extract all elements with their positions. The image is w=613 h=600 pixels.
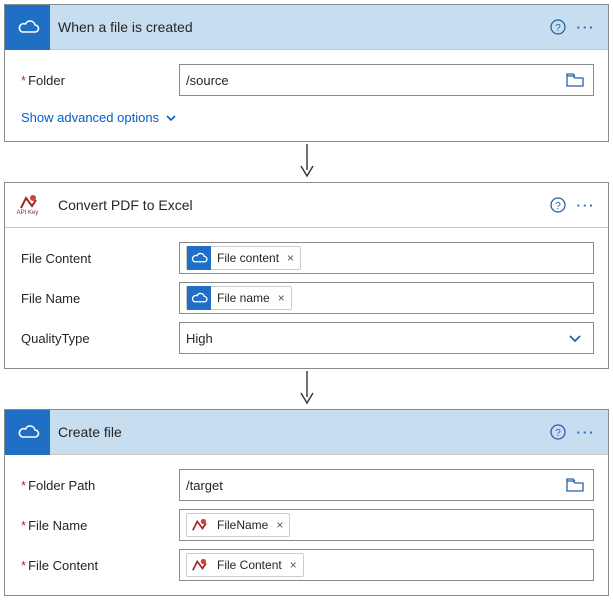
step-title: When a file is created [50, 19, 544, 35]
onedrive-icon [187, 246, 211, 270]
link-text: Show advanced options [21, 110, 159, 125]
step-header[interactable]: When a file is created ? ··· [5, 5, 608, 50]
apikey-icon: API Key [5, 183, 50, 228]
field-label: File Content [19, 251, 179, 266]
more-menu-icon[interactable]: ··· [572, 191, 600, 219]
token-label: FileName [211, 518, 274, 532]
field-row-file-content: File Content File content × [19, 242, 594, 274]
token-remove-icon[interactable]: × [276, 291, 285, 305]
dynamic-token[interactable]: File Content × [186, 553, 304, 577]
apikey-icon [187, 513, 211, 537]
select-value: High [186, 331, 213, 346]
apikey-icon [187, 553, 211, 577]
more-menu-icon[interactable]: ··· [572, 418, 600, 446]
onedrive-icon [187, 286, 211, 310]
step-header[interactable]: Create file ? ··· [5, 410, 608, 455]
folder-picker-icon[interactable] [563, 473, 587, 497]
field-row-file-name: File Name FileName × [19, 509, 594, 541]
step-body: File Content File content × File Name Fi… [5, 228, 608, 368]
flow-arrow [4, 369, 609, 409]
token-label: File name [211, 291, 276, 305]
field-label: Folder [19, 73, 179, 88]
folder-picker-icon[interactable] [563, 68, 587, 92]
file-name-input[interactable]: File name × [179, 282, 594, 314]
chevron-down-icon [165, 112, 177, 124]
token-remove-icon[interactable]: × [274, 518, 283, 532]
field-row-file-name: File Name File name × [19, 282, 594, 314]
step-header[interactable]: API Key Convert PDF to Excel ? ··· [5, 183, 608, 228]
input-value: /source [186, 73, 229, 88]
help-icon[interactable]: ? [544, 418, 572, 446]
folder-path-input[interactable]: /target [179, 469, 594, 501]
folder-input[interactable]: /source [179, 64, 594, 96]
help-icon[interactable]: ? [544, 191, 572, 219]
step-title: Convert PDF to Excel [50, 197, 544, 213]
show-advanced-link[interactable]: Show advanced options [21, 110, 177, 125]
step-body: Folder /source Show advanced options [5, 50, 608, 141]
field-row-folder-path: Folder Path /target [19, 469, 594, 501]
file-content-input[interactable]: File Content × [179, 549, 594, 581]
flow-arrow [4, 142, 609, 182]
step-file-created: When a file is created ? ··· Folder /sou… [4, 4, 609, 142]
step-title: Create file [50, 424, 544, 440]
svg-text:?: ? [555, 201, 561, 212]
onedrive-icon [5, 5, 50, 50]
svg-text:?: ? [555, 23, 561, 34]
file-content-input[interactable]: File content × [179, 242, 594, 274]
field-label: QualityType [19, 331, 179, 346]
svg-text:?: ? [555, 428, 561, 439]
step-create-file: Create file ? ··· Folder Path /target Fi… [4, 409, 609, 596]
field-label: File Name [19, 518, 179, 533]
more-menu-icon[interactable]: ··· [572, 13, 600, 41]
token-remove-icon[interactable]: × [288, 558, 297, 572]
field-label: File Name [19, 291, 179, 306]
file-name-input[interactable]: FileName × [179, 509, 594, 541]
input-value: /target [186, 478, 223, 493]
step-convert-pdf: API Key Convert PDF to Excel ? ··· File … [4, 182, 609, 369]
token-remove-icon[interactable]: × [285, 251, 294, 265]
field-row-quality: QualityType High [19, 322, 594, 354]
token-label: File content [211, 251, 285, 265]
step-body: Folder Path /target File Name FileName ×… [5, 455, 608, 595]
field-label: File Content [19, 558, 179, 573]
field-label: Folder Path [19, 478, 179, 493]
help-icon[interactable]: ? [544, 13, 572, 41]
field-row-file-content: File Content File Content × [19, 549, 594, 581]
onedrive-icon [5, 410, 50, 455]
chevron-down-icon[interactable] [563, 326, 587, 350]
token-label: File Content [211, 558, 288, 572]
dynamic-token[interactable]: File content × [186, 246, 301, 270]
field-row-folder: Folder /source [19, 64, 594, 96]
dynamic-token[interactable]: File name × [186, 286, 292, 310]
quality-select[interactable]: High [179, 322, 594, 354]
dynamic-token[interactable]: FileName × [186, 513, 290, 537]
